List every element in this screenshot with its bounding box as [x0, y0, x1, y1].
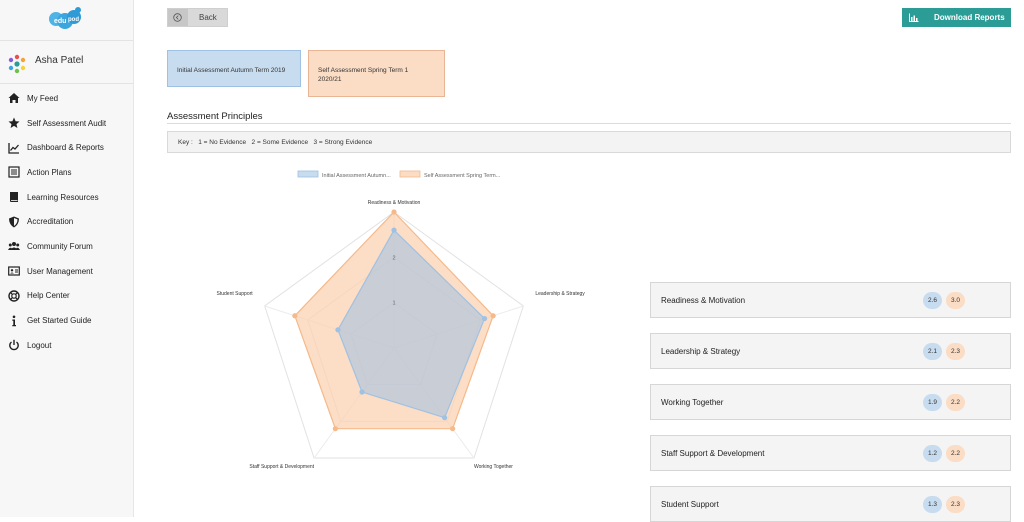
- score-label: Leadership & Strategy: [661, 347, 741, 356]
- initial-score-badge: 1.2: [923, 445, 942, 462]
- spring-score-badge: 2.3: [946, 343, 965, 360]
- score-label: Readiness & Motivation: [661, 296, 746, 305]
- back-label: Back: [199, 13, 217, 22]
- initial-score-badge: 1.3: [923, 496, 942, 513]
- initial-score-badge: 1.9: [923, 394, 942, 411]
- score-label: Working Together: [661, 398, 724, 407]
- radar-data-point: [292, 313, 298, 319]
- assessment-card-label: Initial Assessment Autumn Term 2019: [177, 67, 286, 74]
- score-row: Leadership & Strategy 2.1 2.3: [650, 333, 1011, 369]
- radar-data-point: [391, 227, 397, 233]
- svg-text:edu: edu: [54, 18, 66, 25]
- radar-data-point: [450, 426, 456, 432]
- divider: [0, 83, 133, 84]
- id-card-icon: [8, 266, 20, 276]
- sidebar-item-action-plans[interactable]: Action Plans: [0, 160, 133, 185]
- legend-swatch: [399, 170, 421, 178]
- sidebar-item-user-management[interactable]: User Management: [0, 259, 133, 284]
- section-title: Assessment Principles: [167, 111, 263, 122]
- initial-score-badge: 2.1: [923, 343, 942, 360]
- download-reports-label: Download Reports: [934, 13, 1005, 22]
- score-row: Working Together 1.9 2.2: [650, 384, 1011, 420]
- score-label: Staff Support & Development: [661, 449, 765, 458]
- divider: [167, 123, 1011, 124]
- list-icon: [8, 166, 20, 179]
- home-icon: [8, 93, 20, 104]
- back-circle-icon: [173, 13, 182, 22]
- radar-chart: 1 2 Readiness & Motivation Leadership & Str…: [217, 170, 585, 470]
- radar-tick-label: 1: [392, 301, 395, 307]
- radar-axis-label: Leadership & Strategy: [535, 291, 585, 297]
- radar-data-point: [391, 209, 397, 215]
- divider: [0, 40, 133, 41]
- sidebar-item-accreditation[interactable]: Accreditation: [0, 209, 133, 234]
- initial-score-badge: 2.6: [923, 292, 942, 309]
- download-reports-button[interactable]: Download Reports: [902, 8, 1011, 27]
- radar-axis-label: Student Support: [217, 291, 254, 297]
- user-name: Asha Patel: [35, 55, 84, 66]
- shield-icon: [9, 216, 19, 228]
- assessment-card-spring[interactable]: Self Assessment Spring Term 1 2020/21: [308, 50, 445, 97]
- avatar: [8, 54, 26, 74]
- radar-data-point: [332, 426, 338, 432]
- edupod-logo[interactable]: edu pod: [48, 6, 82, 30]
- spring-score-badge: 2.2: [946, 394, 965, 411]
- radar-axis-label: Working Together: [474, 464, 513, 470]
- radar-data-point: [335, 327, 341, 333]
- assessment-card-label: Self Assessment Spring Term 1 2020/21: [318, 67, 409, 83]
- users-icon: [8, 242, 20, 251]
- evidence-key: Key : 1 = No Evidence 2 = Some Evidence …: [167, 131, 1011, 153]
- sidebar-item-get-started-guide[interactable]: Get Started Guide: [0, 308, 133, 333]
- sidebar-item-self-assessment-audit[interactable]: Self Assessment Audit: [0, 111, 133, 136]
- spring-score-badge: 2.3: [946, 496, 965, 513]
- radar-data-point: [490, 313, 496, 319]
- sidebar-item-logout[interactable]: Logout: [0, 333, 133, 358]
- sidebar: edu pod Asha Patel My Feed Self Assessme…: [0, 0, 134, 517]
- chart-line-icon: [8, 142, 19, 154]
- spring-score-badge: 3.0: [946, 292, 965, 309]
- evidence-key-text: Key : 1 = No Evidence 2 = Some Evidence …: [178, 139, 373, 146]
- radar-axis-label: Staff Support & Development: [249, 464, 314, 470]
- sidebar-item-community-forum[interactable]: Community Forum: [0, 234, 133, 259]
- radar-data-point: [359, 389, 365, 395]
- score-row: Staff Support & Development 1.2 2.2: [650, 435, 1011, 471]
- sidebar-item-learning-resources[interactable]: Learning Resources: [0, 185, 133, 210]
- legend-swatch: [297, 170, 319, 178]
- legend-label: Self Assessment Spring Term...: [424, 173, 501, 179]
- sidebar-item-help-center[interactable]: Help Center: [0, 284, 133, 309]
- radar-data-point: [481, 315, 488, 322]
- score-row: Readiness & Motivation 2.6 3.0: [650, 282, 1011, 318]
- back-button[interactable]: Back: [167, 8, 228, 27]
- radar-tick-label: 2: [392, 255, 395, 261]
- bar-chart-icon: [909, 13, 919, 22]
- sidebar-item-dashboard-reports[interactable]: Dashboard & Reports: [0, 135, 133, 160]
- assessment-card-initial[interactable]: Initial Assessment Autumn Term 2019: [167, 50, 301, 87]
- score-label: Student Support: [661, 500, 719, 509]
- radar-data-point: [442, 415, 448, 421]
- legend-label: Initial Assessment Autumn...: [322, 173, 391, 179]
- svg-text:pod: pod: [68, 17, 79, 23]
- sidebar-nav: My Feed Self Assessment Audit Dashboard …: [0, 86, 133, 358]
- spring-score-badge: 2.2: [946, 445, 965, 462]
- book-icon: [10, 192, 18, 203]
- help-icon: [8, 290, 20, 302]
- power-icon: [9, 340, 19, 351]
- user-profile[interactable]: Asha Patel: [0, 48, 133, 76]
- star-icon: [8, 117, 20, 129]
- sidebar-item-my-feed[interactable]: My Feed: [0, 86, 133, 111]
- radar-axis-label: Readiness & Motivation: [368, 200, 421, 206]
- info-icon: [12, 315, 16, 326]
